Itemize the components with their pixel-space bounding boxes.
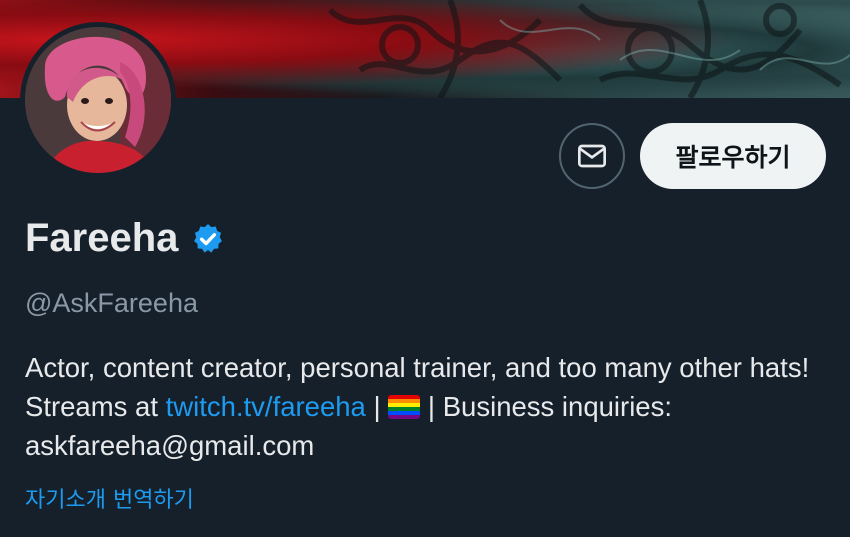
message-button[interactable]	[559, 123, 625, 189]
bio-link-twitch[interactable]: twitch.tv/fareeha	[166, 391, 366, 422]
profile-bio: Actor, content creator, personal trainer…	[25, 348, 835, 465]
translate-bio-link[interactable]: 자기소개 번역하기	[25, 482, 194, 514]
display-name: Fareeha	[25, 216, 179, 260]
bio-separator-1: |	[365, 391, 389, 422]
rainbow-flag-icon	[388, 395, 421, 419]
avatar-image	[25, 27, 171, 173]
username-handle: @AskFareeha	[25, 288, 198, 318]
name-row: Fareeha	[25, 216, 225, 261]
avatar[interactable]	[20, 22, 176, 178]
verified-badge-icon[interactable]	[191, 222, 225, 256]
follow-button[interactable]: 팔로우하기	[640, 123, 826, 189]
envelope-icon	[578, 144, 606, 168]
